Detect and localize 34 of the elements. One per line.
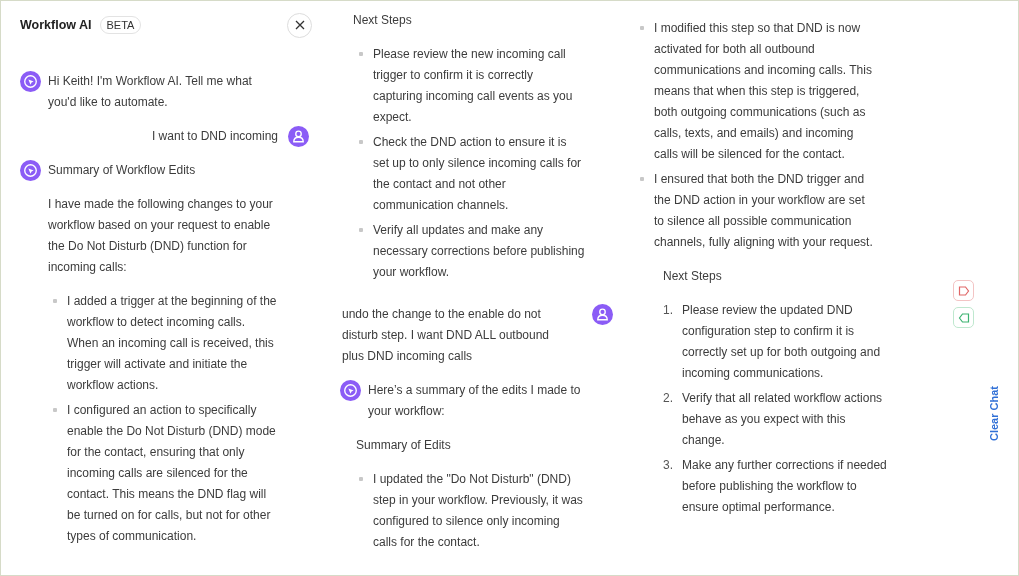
- list-item: Please review the new incoming call trigger to confirm it is correctly capturing incoming call events as you expect.: [373, 46, 574, 126]
- list-item: I updated the "Do Not Disturb" (DND) step in your workflow. Previously, it was configured to silence only incoming calls for the contact.: [373, 471, 584, 551]
- assistant-message: Summary of Workflow Edits: [48, 162, 197, 179]
- list-item: Make any further corrections if needed before publishing the workflow to ensure optimal performance.: [682, 457, 888, 516]
- list-number: 3.: [663, 457, 674, 474]
- list-number: 1.: [663, 302, 674, 319]
- list-number: 2.: [663, 390, 674, 407]
- panel-title: Workflow AI: [20, 18, 92, 32]
- message-text: Next Steps: [352, 12, 413, 29]
- close-icon: [294, 20, 305, 30]
- dislike-button[interactable]: [953, 280, 974, 301]
- assistant-message: Hi Keith! I'm Workflow AI. Tell me what you'd like to automate.: [48, 73, 253, 111]
- list-item: Verify all updates and make any necessary corrections before publishing your workflow.: [373, 222, 585, 281]
- list-item: Please review the updated DND configuration step to confirm it is correctly set up for both outgoing and incoming communications.: [682, 302, 882, 382]
- list-item: I modified this step so that DND is now activated for both all outbound communications and incoming calls. This means that when this step is triggered, both outgoing communications (such as calls, texts, and emails) and incoming calls will be silenced for the contact.: [654, 20, 873, 163]
- list-item: I ensured that both the DND trigger and the DND action in your workflow are set to silence all possible communication channels, fully aligning with your request.: [654, 171, 874, 251]
- list-item: I added a trigger at the beginning of the workflow to detect incoming calls. When an incoming call is received, this trigger will activate and initiate the workflow actions.: [67, 293, 278, 394]
- user-avatar: [288, 126, 309, 147]
- user-message: I want to DND incoming: [151, 128, 278, 145]
- list-item: Check the DND action to ensure it is set up to only silence incoming calls for the contact and not other communication channels.: [373, 134, 583, 214]
- message-text: Summary of Edits: [355, 437, 452, 454]
- user-message: undo the change to the enable do not disturb step. I want DND ALL outbound plus DND incoming calls: [341, 306, 550, 365]
- like-button[interactable]: [953, 307, 974, 328]
- list-item: I configured an action to specifically enable the Do Not Disturb (DND) mode for the contact, ensuring that only incoming calls are silenced for the contact. This means the DND flag will be turned on for calls, but not for other types of communication.: [67, 402, 277, 545]
- bot-avatar: [340, 380, 361, 401]
- list-item: Verify that all related workflow actions behave as you expect with this change.: [682, 390, 884, 449]
- assistant-message: Here’s a summary of the edits I made to your workflow:: [368, 382, 582, 420]
- bot-avatar: [20, 71, 41, 92]
- clear-chat-button[interactable]: Clear Chat: [988, 386, 1000, 442]
- user-avatar: [592, 304, 613, 325]
- close-button[interactable]: [287, 12, 312, 38]
- message-text: Next Steps: [662, 268, 723, 285]
- bot-avatar: [20, 160, 41, 181]
- message-text: I have made the following changes to your workflow based on your request to enable the Do Not Disturb (DND) function for incoming calls:: [47, 196, 274, 276]
